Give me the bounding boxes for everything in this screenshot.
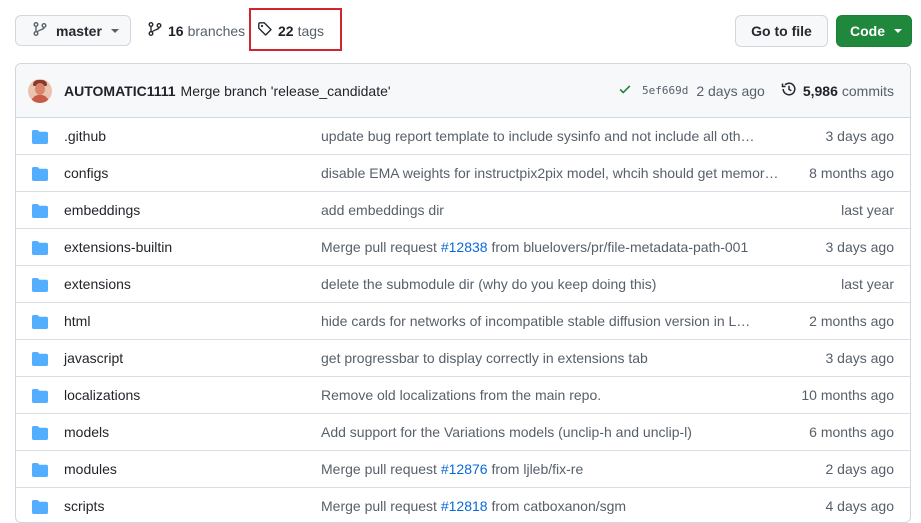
- file-name-link[interactable]: embeddings: [64, 202, 140, 218]
- file-updated-time: last year: [841, 276, 894, 292]
- commit-message-text: from ljleb/fix-re: [487, 461, 584, 477]
- file-updated-time: 8 months ago: [809, 165, 894, 181]
- file-browser: AUTOMATIC1111 Merge branch 'release_cand…: [15, 63, 911, 523]
- folder-icon: [32, 500, 48, 517]
- commit-message-link[interactable]: update bug report template to include sy…: [321, 128, 781, 144]
- folder-icon: [32, 278, 48, 295]
- commits-history-link[interactable]: 5,986 commits: [781, 81, 894, 100]
- commit-message-text: add embeddings dir: [321, 202, 444, 218]
- commit-message-text: hide cards for networks of incompatible …: [321, 313, 751, 329]
- commit-message-link[interactable]: hide cards for networks of incompatible …: [321, 313, 781, 329]
- pull-request-link[interactable]: #12876: [441, 461, 488, 477]
- folder-icon: [32, 204, 48, 221]
- file-row: javascript get progressbar to display cor…: [16, 340, 910, 377]
- commit-message-link[interactable]: Add support for the Variations models (u…: [321, 424, 781, 440]
- folder-icon: [32, 426, 48, 443]
- file-name-link[interactable]: models: [64, 424, 109, 440]
- commit-message-link[interactable]: Remove old localizations from the main r…: [321, 387, 781, 403]
- commit-message-text: from catboxanon/sgm: [487, 498, 627, 514]
- commit-message-link[interactable]: delete the submodule dir (why do you kee…: [321, 276, 781, 292]
- code-button-label: Code: [850, 23, 885, 39]
- commit-message-text: Merge pull request: [321, 498, 441, 514]
- file-row: configs disable EMA weights for instructp…: [16, 155, 910, 192]
- code-button[interactable]: Code: [836, 15, 912, 47]
- file-row: .github update bug report template to inc…: [16, 118, 910, 155]
- file-updated-time: 2 days ago: [825, 461, 895, 477]
- commit-sha[interactable]: 5ef669d: [642, 84, 688, 97]
- file-row: embeddings add embeddings dir last year: [16, 192, 910, 229]
- file-updated-time: last year: [841, 202, 894, 218]
- folder-icon: [32, 167, 48, 184]
- git-branch-icon: [32, 21, 48, 40]
- commits-label: commits: [841, 82, 894, 99]
- chevron-down-icon: [894, 29, 902, 33]
- file-updated-time: 6 months ago: [809, 424, 894, 440]
- folder-icon: [32, 389, 48, 406]
- avatar[interactable]: [28, 78, 52, 103]
- commit-message-link[interactable]: get progressbar to display correctly in …: [321, 350, 781, 366]
- commit-time: 2 days ago: [696, 82, 765, 99]
- file-name-link[interactable]: html: [64, 313, 90, 329]
- commit-message-text: Add support for the Variations models (u…: [321, 424, 692, 440]
- commit-message-text: disable EMA weights for instructpix2pix …: [321, 165, 779, 181]
- commit-message-text: get progressbar to display correctly in …: [321, 350, 648, 366]
- file-row: extensions delete the submodule dir (why …: [16, 266, 910, 303]
- file-row: modules Merge pull request #12876 from lj…: [16, 451, 910, 488]
- commit-message[interactable]: Merge branch 'release_candidate': [181, 83, 391, 99]
- file-updated-time: 3 days ago: [825, 350, 895, 366]
- file-name-link[interactable]: configs: [64, 165, 108, 181]
- commit-message-text: Merge pull request: [321, 239, 441, 255]
- file-row: extensions-builtin Merge pull request #12…: [16, 229, 910, 266]
- folder-icon: [32, 315, 48, 332]
- folder-icon: [32, 130, 48, 147]
- pull-request-link[interactable]: #12838: [441, 239, 488, 255]
- pull-request-link[interactable]: #12818: [441, 498, 488, 514]
- file-updated-time: 2 months ago: [809, 313, 894, 329]
- git-branch-icon: [147, 21, 163, 40]
- commit-author[interactable]: AUTOMATIC1111: [64, 83, 176, 99]
- commit-message-text: from bluelovers/pr/file-metadata-path-00…: [487, 239, 749, 255]
- file-name-link[interactable]: localizations: [64, 387, 140, 403]
- commit-message-link[interactable]: Merge pull request #12818 from catboxano…: [321, 498, 781, 514]
- branches-count: 16: [168, 22, 184, 39]
- commit-message-link[interactable]: add embeddings dir: [321, 202, 781, 218]
- file-updated-time: 10 months ago: [801, 387, 894, 403]
- history-icon: [781, 81, 797, 100]
- file-name-link[interactable]: scripts: [64, 498, 104, 514]
- file-row: scripts Merge pull request #12818 from ca…: [16, 488, 910, 522]
- commit-message-link[interactable]: Merge pull request #12838 from bluelover…: [321, 239, 781, 255]
- commit-message-text: update bug report template to include sy…: [321, 128, 755, 144]
- commit-message-text: Remove old localizations from the main r…: [321, 387, 602, 403]
- branch-select-button[interactable]: master: [15, 15, 131, 46]
- commit-message-text: delete the submodule dir (why do you kee…: [321, 276, 657, 292]
- file-row: models Add support for the Variations mod…: [16, 414, 910, 451]
- latest-commit-bar: AUTOMATIC1111 Merge branch 'release_cand…: [16, 64, 910, 118]
- check-icon[interactable]: [618, 82, 632, 99]
- chevron-down-icon: [110, 28, 119, 33]
- file-name-link[interactable]: javascript: [64, 350, 123, 366]
- file-name-link[interactable]: extensions: [64, 276, 131, 292]
- file-list: .github update bug report template to inc…: [16, 118, 910, 522]
- commit-message-text: Merge pull request: [321, 461, 441, 477]
- commit-message-link[interactable]: disable EMA weights for instructpix2pix …: [321, 165, 781, 181]
- folder-icon: [32, 352, 48, 369]
- branches-link[interactable]: 16 branches: [147, 15, 245, 46]
- commit-message-link[interactable]: Merge pull request #12876 from ljleb/fix…: [321, 461, 781, 477]
- repo-toolbar: master 16 branches 22 tags Go to file Co…: [0, 0, 921, 62]
- commits-count: 5,986: [802, 82, 838, 99]
- file-row: html hide cards for networks of incompati…: [16, 303, 910, 340]
- file-name-link[interactable]: modules: [64, 461, 117, 477]
- file-updated-time: 3 days ago: [825, 128, 895, 144]
- highlight-box: [249, 8, 342, 51]
- go-to-file-button[interactable]: Go to file: [735, 15, 828, 47]
- branches-label: branches: [187, 22, 246, 39]
- branch-name: master: [56, 22, 102, 39]
- file-name-link[interactable]: extensions-builtin: [64, 239, 172, 255]
- file-updated-time: 3 days ago: [825, 239, 895, 255]
- folder-icon: [32, 241, 48, 258]
- folder-icon: [32, 463, 48, 480]
- file-row: localizations Remove old localizations fr…: [16, 377, 910, 414]
- file-name-link[interactable]: .github: [64, 128, 106, 144]
- file-updated-time: 4 days ago: [825, 498, 895, 514]
